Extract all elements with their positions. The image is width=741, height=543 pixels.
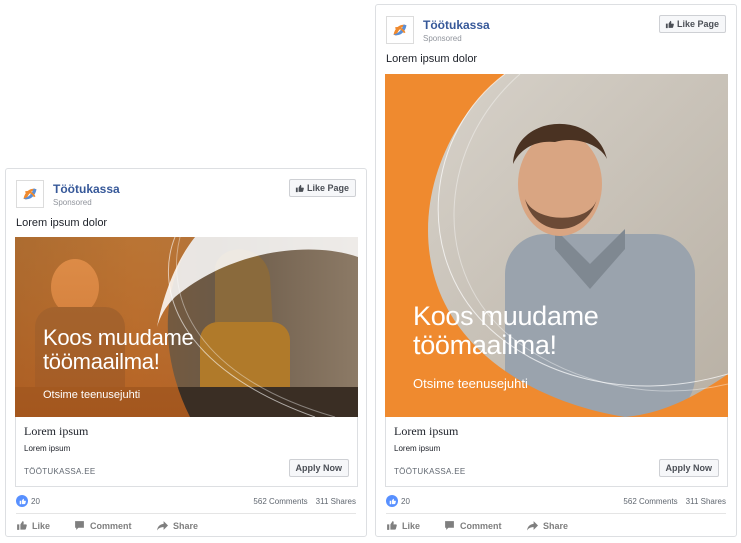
reactions-bar: 20 562 Comments 311 Shares (386, 495, 726, 509)
post-body-text: Lorem ipsum dolor (16, 217, 108, 229)
post-header: Töötukassa Sponsored Like Page (16, 179, 356, 214)
ad-preview-landscape: Töötukassa Sponsored Like Page Lorem ips… (5, 168, 367, 537)
like-reaction-icon[interactable] (386, 495, 398, 507)
shares-count[interactable]: 311 Shares (316, 497, 356, 506)
share-icon (157, 521, 168, 531)
headline-line-2: töömaailma! (413, 330, 557, 361)
like-page-label: Like Page (306, 183, 349, 193)
share-icon (527, 521, 538, 531)
reactions-bar: 20 562 Comments 311 Shares (16, 495, 356, 509)
apply-now-button[interactable]: Apply Now (658, 459, 719, 477)
like-action[interactable]: Like (386, 520, 420, 531)
like-action-label: Like (402, 520, 421, 531)
sponsored-label[interactable]: Sponsored (53, 198, 92, 207)
thumbs-up-icon (295, 184, 304, 192)
like-page-button[interactable]: Like Page (288, 179, 356, 197)
divider (16, 513, 356, 514)
comment-icon (445, 521, 454, 530)
like-page-button[interactable]: Like Page (658, 15, 726, 33)
link-title[interactable]: Lorem ipsum (394, 424, 458, 439)
page-logo[interactable] (16, 180, 44, 208)
headline-line-2: töömaailma! (43, 348, 160, 374)
headline-line-1: Koos muudame (413, 301, 599, 331)
post-actions: Like Comment Share (386, 520, 726, 536)
comment-action-label: Comment (460, 520, 502, 531)
thumbs-up-icon (17, 521, 27, 530)
comments-count[interactable]: 562 Comments (253, 497, 307, 506)
like-action-label: Like (32, 520, 51, 531)
comment-action[interactable]: Comment (444, 520, 502, 531)
comment-icon (75, 521, 84, 530)
like-page-label: Like Page (676, 19, 719, 29)
share-action-label: Share (543, 520, 569, 531)
ad-headline: Koos muudame töömaailma! (43, 326, 194, 374)
link-domain: TÖÖTUKASSA.EE (394, 467, 466, 476)
link-preview[interactable]: Lorem ipsum Lorem ipsum TÖÖTUKASSA.EE Ap… (385, 417, 728, 487)
divider (386, 513, 726, 514)
share-action[interactable]: Share (527, 520, 568, 531)
link-title[interactable]: Lorem ipsum (24, 424, 88, 439)
thumbs-up-icon (665, 20, 674, 28)
ad-subheadline: Otsime teenusejuhti (413, 376, 528, 391)
post-body-text: Lorem ipsum dolor (386, 53, 478, 65)
share-action[interactable]: Share (157, 520, 198, 531)
ad-image[interactable]: Koos muudame töömaailma! Otsime teenusej… (15, 237, 358, 417)
headline-line-1: Koos muudame (43, 325, 194, 350)
shares-count[interactable]: 311 Shares (686, 497, 726, 506)
ad-image[interactable]: Koos muudame töömaailma! Otsime teenusej… (385, 74, 728, 417)
page-name[interactable]: Töötukassa (53, 182, 120, 196)
reaction-count[interactable]: 20 (401, 497, 410, 506)
link-preview[interactable]: Lorem ipsum Lorem ipsum TÖÖTUKASSA.EE Ap… (15, 417, 358, 487)
link-description: Lorem ipsum (394, 444, 441, 453)
like-action[interactable]: Like (16, 520, 50, 531)
ad-headline: Koos muudame töömaailma! (413, 301, 599, 361)
ad-photo (385, 74, 728, 417)
comments-count[interactable]: 562 Comments (623, 497, 677, 506)
thumbs-up-icon (387, 521, 397, 530)
reaction-count[interactable]: 20 (31, 497, 40, 506)
apply-now-button[interactable]: Apply Now (288, 459, 349, 477)
link-description: Lorem ipsum (24, 444, 71, 453)
page-logo[interactable] (386, 16, 414, 44)
comment-action-label: Comment (90, 520, 132, 531)
post-header: Töötukassa Sponsored Like Page (386, 15, 726, 50)
share-action-label: Share (173, 520, 199, 531)
page-name[interactable]: Töötukassa (423, 18, 490, 32)
ad-subheadline: Otsime teenusejuhti (43, 389, 141, 401)
like-reaction-icon[interactable] (16, 495, 28, 507)
post-actions: Like Comment Share (16, 520, 356, 536)
ad-preview-square: Töötukassa Sponsored Like Page Lorem ips… (375, 4, 737, 537)
sponsored-label[interactable]: Sponsored (423, 34, 462, 43)
link-domain: TÖÖTUKASSA.EE (24, 467, 96, 476)
comment-action[interactable]: Comment (74, 520, 132, 531)
